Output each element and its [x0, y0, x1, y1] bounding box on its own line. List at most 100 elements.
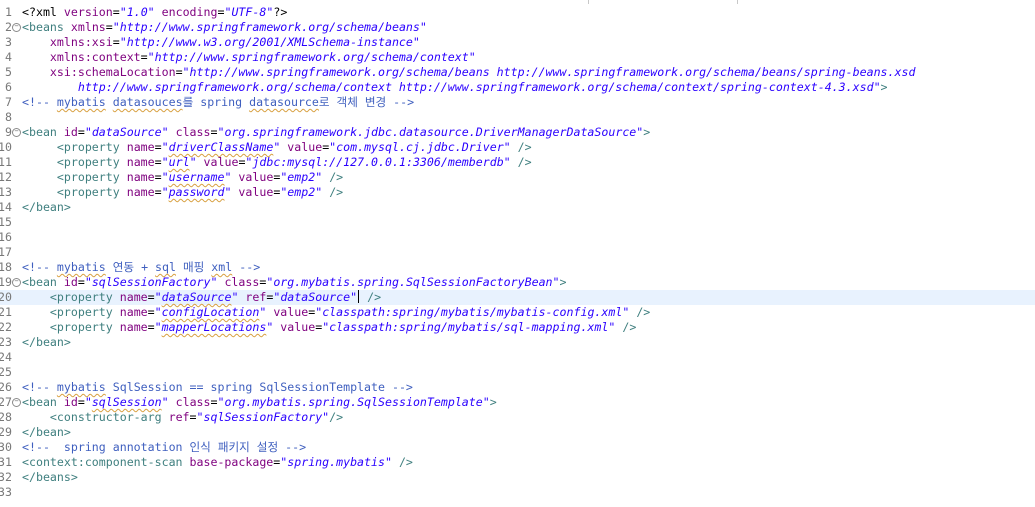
code-line[interactable]: 4 xmlns:context="http://www.springframew… — [0, 50, 1035, 65]
code-token: password — [168, 185, 225, 199]
code-token: "classpath:spring/mybatis/sql-mapping.xm… — [322, 320, 616, 334]
code-text: </beans> — [22, 470, 78, 485]
code-token: " — [161, 140, 169, 154]
line-number: 11 — [0, 155, 12, 169]
line-number: 5 — [5, 65, 12, 79]
code-line[interactable]: 25 — [0, 365, 1035, 380]
code-line[interactable]: 24 — [0, 350, 1035, 365]
code-token: </bean> — [22, 200, 71, 214]
fold-toggle-icon[interactable] — [12, 23, 21, 32]
line-number: 31 — [0, 455, 12, 469]
code-line[interactable]: 21 <property name="configLocation" value… — [0, 305, 1035, 320]
code-token: /> — [329, 170, 344, 184]
code-token: xmlns:xsi — [49, 35, 113, 49]
code-token: id — [63, 395, 78, 409]
line-number: 23 — [0, 335, 12, 349]
code-token: = — [154, 155, 162, 169]
code-line[interactable]: 30 <!-- spring annotation 인식 패키지 설정 --> — [0, 440, 1035, 455]
code-line[interactable]: 17 — [0, 245, 1035, 260]
code-token: version — [63, 5, 113, 19]
code-line[interactable]: 3 xmlns:xsi="http://www.w3.org/2001/XMLS… — [0, 35, 1035, 50]
code-line[interactable]: 20 <property name="dataSource" ref="data… — [0, 290, 1035, 305]
code-text: <bean id="sqlSessionFactory" class="org.… — [22, 275, 567, 290]
code-line[interactable]: 18 <!-- mybatis 연동 + sql 매핑 xml --> — [0, 260, 1035, 275]
line-number: 2 — [5, 20, 12, 34]
code-line[interactable]: 19<bean id="sqlSessionFactory" class="or… — [0, 275, 1035, 290]
code-line[interactable]: 10 <property name="driverClassName" valu… — [0, 140, 1035, 155]
line-number: 24 — [0, 350, 12, 364]
code-token: "org.mybatis.spring.SqlSessionTemplate" — [217, 395, 490, 409]
code-line[interactable]: 32 </beans> — [0, 470, 1035, 485]
code-line[interactable]: 9<bean id="dataSource" class="org.spring… — [0, 125, 1035, 140]
code-token: <property — [49, 320, 120, 334]
fold-toggle-icon[interactable] — [12, 278, 21, 287]
code-token: xmlns — [70, 20, 106, 34]
code-line[interactable]: 11 <property name="url" value="jdbc:mysq… — [0, 155, 1035, 170]
line-number: 27 — [0, 395, 12, 409]
code-token: "org.springframework.jdbc.datasource.Dri… — [217, 125, 644, 139]
code-token: name — [119, 305, 148, 319]
code-line[interactable]: 14 </bean> — [0, 200, 1035, 215]
line-number: 20 — [0, 290, 12, 304]
code-text: <property name="mapperLocations" value="… — [22, 320, 636, 335]
code-token: <!-- spring annotation 인식 패키지 설정 --> — [22, 440, 307, 454]
code-token: " — [84, 395, 92, 409]
code-token: </bean> — [22, 335, 71, 349]
code-token: = — [147, 290, 155, 304]
code-token: dataSource — [161, 290, 232, 304]
code-line[interactable]: 1 <?xml version="1.0" encoding="UTF-8"?> — [0, 5, 1035, 20]
code-line[interactable]: 28 <constructor-arg ref="sqlSessionFacto… — [0, 410, 1035, 425]
code-token: sql — [155, 260, 176, 274]
code-token: datasource — [249, 95, 319, 109]
code-token: sqlSession — [91, 395, 162, 409]
code-line[interactable]: 7 <!-- mybatis datasouces를 spring datasou… — [0, 95, 1035, 110]
code-text: <property name="configLocation" value="c… — [22, 305, 650, 320]
code-token: base-package — [189, 455, 274, 469]
code-token: mybatis — [56, 260, 106, 274]
code-line[interactable]: 5 xsi:schemaLocation="http://www.springf… — [0, 65, 1035, 80]
code-token: > — [880, 80, 888, 94]
line-number: 15 — [0, 215, 12, 229]
fold-toggle-icon[interactable] — [12, 398, 21, 407]
xml-editor[interactable]: 1 <?xml version="1.0" encoding="UTF-8"?> 2… — [0, 0, 1035, 507]
code-line[interactable]: 22 <property name="mapperLocations" valu… — [0, 320, 1035, 335]
code-line[interactable]: 16 — [0, 230, 1035, 245]
code-token: name — [126, 140, 155, 154]
code-line[interactable]: 6 http://www.springframework.org/schema/… — [0, 80, 1035, 95]
code-line[interactable]: 23 </bean> — [0, 335, 1035, 350]
code-text: <property name="driverClassName" value="… — [22, 140, 532, 155]
editor-tab-strip[interactable] — [0, 0, 1035, 4]
code-line[interactable]: 26 <!-- mybatis SqlSession == spring SqlS… — [0, 380, 1035, 395]
code-token: datasouces — [112, 95, 183, 109]
code-token: " — [154, 305, 162, 319]
code-token: " — [154, 290, 162, 304]
line-number: 33 — [0, 485, 12, 499]
fold-toggle-icon[interactable] — [12, 128, 21, 137]
code-text: </bean> — [22, 425, 71, 440]
code-text: <property name="username" value="emp2" /… — [22, 170, 343, 185]
code-token: <bean — [22, 125, 64, 139]
code-line[interactable]: 15 — [0, 215, 1035, 230]
code-token: "emp2" — [280, 185, 323, 199]
code-line[interactable]: 31 <context:component-scan base-package="… — [0, 455, 1035, 470]
code-line[interactable]: 12 <property name="username" value="emp2… — [0, 170, 1035, 185]
code-line[interactable]: 33 — [0, 485, 1035, 500]
code-token: value — [287, 140, 323, 154]
line-number: 32 — [0, 470, 12, 484]
code-line[interactable]: 8 — [0, 110, 1035, 125]
code-token: "jdbc:mysql://127.0.0.1:3306/memberdb" — [245, 155, 511, 169]
code-line[interactable]: 13 <property name="password" value="emp2… — [0, 185, 1035, 200]
code-line[interactable]: 27<bean id="sqlSession" class="org.mybat… — [0, 395, 1035, 410]
code-text: </bean> — [22, 335, 71, 350]
code-line[interactable]: 2 <beans xmlns="http://www.springframewor… — [0, 20, 1035, 35]
code-line[interactable]: 29 </bean> — [0, 425, 1035, 440]
code-token: = — [154, 185, 162, 199]
code-text: <!-- mybatis 연동 + sql 매핑 xml --> — [22, 260, 260, 275]
text-caret — [358, 290, 360, 303]
code-token: value — [203, 155, 239, 169]
